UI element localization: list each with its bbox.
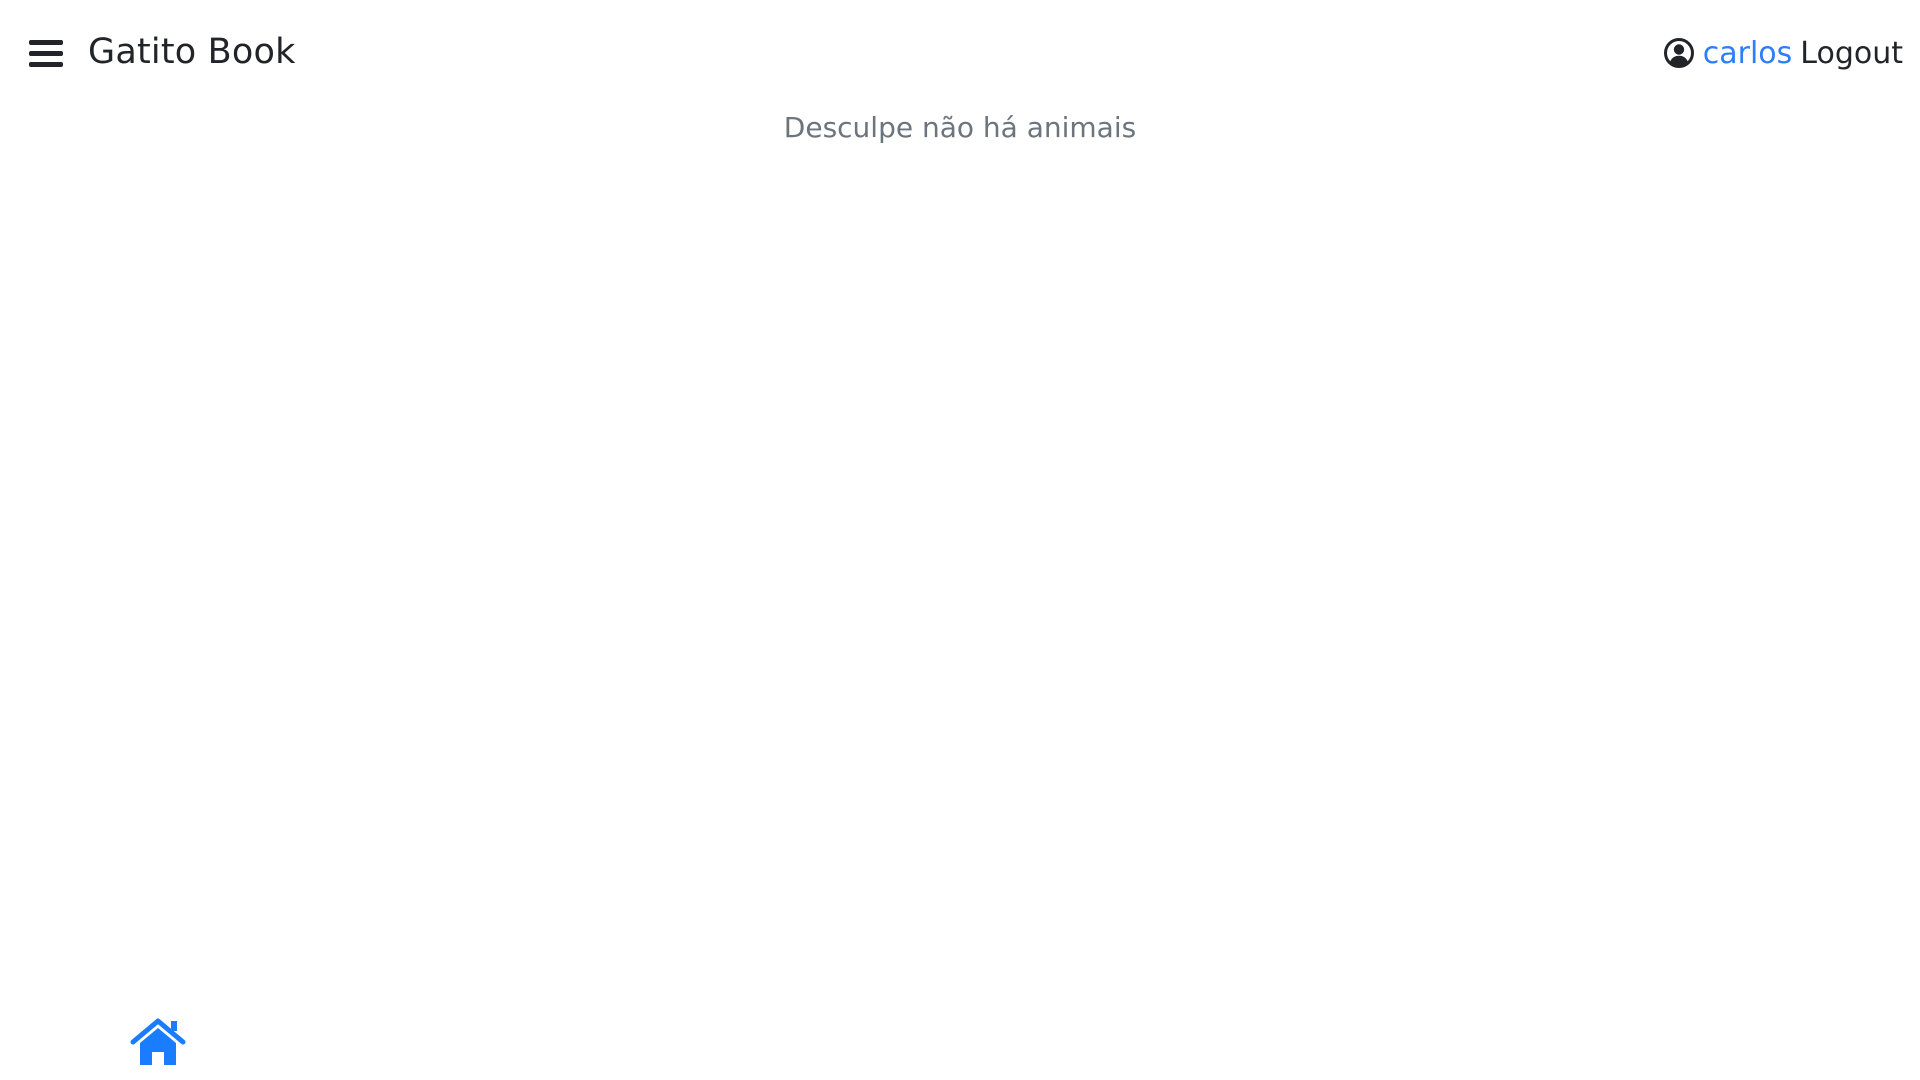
menu-line — [29, 62, 63, 67]
hamburger-menu-icon[interactable] — [29, 38, 63, 70]
home-icon[interactable] — [130, 1018, 186, 1068]
logout-link[interactable]: Logout — [1800, 36, 1903, 71]
empty-state-message: Desculpe não há animais — [783, 111, 1137, 144]
app-title[interactable]: Gatito Book — [88, 30, 296, 74]
menu-line — [29, 40, 63, 45]
user-circle-icon — [1663, 37, 1695, 69]
app-header: Gatito Book carlos Logout — [0, 0, 1920, 108]
menu-line — [29, 51, 63, 56]
username-link[interactable]: carlos — [1703, 36, 1793, 71]
user-area: carlos Logout — [1663, 31, 1903, 75]
